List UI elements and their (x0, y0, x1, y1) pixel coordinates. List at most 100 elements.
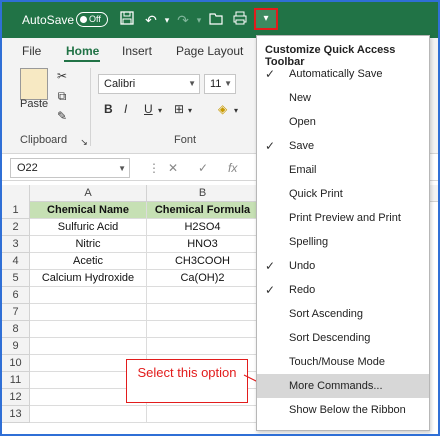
menu-item-label: Spelling (289, 236, 329, 248)
cell[interactable]: Nitric (30, 236, 147, 253)
cell[interactable]: Sulfuric Acid (30, 219, 147, 236)
column-header-a[interactable]: A (30, 185, 147, 202)
cell[interactable] (30, 338, 147, 355)
name-box[interactable]: O22 ▼ (10, 158, 130, 178)
menu-item[interactable]: ✓ Save (257, 134, 429, 158)
cell[interactable]: Calcium Hydroxide (30, 270, 147, 287)
font-name-select[interactable]: Calibri ▼ (98, 74, 200, 94)
redo-dropdown-icon[interactable]: ▾ (190, 11, 208, 29)
autosave-state: Off (89, 14, 101, 24)
bold-button[interactable]: B (104, 102, 113, 116)
menu-item[interactable]: Sort Descending (257, 326, 429, 350)
row-header[interactable]: 9 (2, 338, 30, 355)
menu-item-label: Show Below the Ribbon (289, 404, 406, 416)
row-header[interactable]: 3 (2, 236, 30, 253)
menu-item[interactable]: Print Preview and Print (257, 206, 429, 230)
enter-icon[interactable]: ✓ (198, 161, 208, 175)
format-painter-icon[interactable]: ✎ (54, 108, 70, 124)
italic-button[interactable]: I (124, 102, 127, 116)
row-header[interactable]: 11 (2, 372, 30, 389)
row-header[interactable]: 1 (2, 202, 30, 219)
menu-item[interactable]: Email (257, 158, 429, 182)
row-header[interactable]: 5 (2, 270, 30, 287)
menu-item[interactable]: More Commands... (257, 374, 429, 398)
row-header[interactable]: 10 (2, 355, 30, 372)
menu-item[interactable]: ✓ Redo (257, 278, 429, 302)
save-icon[interactable] (118, 11, 136, 29)
cell[interactable] (30, 406, 147, 423)
annotation-callout: Select this option (126, 359, 248, 403)
fill-color-icon[interactable]: ◈ (218, 102, 227, 116)
cell[interactable] (30, 287, 147, 304)
tab-page-layout[interactable]: Page Layout (176, 44, 243, 58)
menu-item[interactable]: New (257, 86, 429, 110)
copy-icon[interactable]: ⧉ (54, 88, 70, 104)
cell[interactable]: CH3COOH (147, 253, 259, 270)
cell[interactable] (147, 406, 259, 423)
row-header[interactable]: 8 (2, 321, 30, 338)
tab-insert[interactable]: Insert (122, 44, 152, 58)
menu-item-label: Print Preview and Print (289, 212, 401, 224)
paste-icon[interactable] (20, 68, 48, 100)
cell[interactable]: Chemical Formula (147, 202, 259, 219)
menu-item-label: Sort Ascending (289, 308, 363, 320)
title-bar: AutoSave Off ↶ ▾ ↷ ▾ ▾ (2, 2, 438, 38)
autosave-toggle[interactable]: Off (76, 12, 108, 27)
insert-function-icon[interactable]: fx (228, 161, 237, 175)
excel-window: AutoSave Off ↶ ▾ ↷ ▾ ▾ File Home Insert … (0, 0, 440, 436)
chevron-down-icon[interactable]: ▾ (234, 106, 238, 115)
menu-item[interactable]: ✓ Automatically Save (257, 62, 429, 86)
open-icon[interactable] (207, 11, 225, 29)
borders-icon[interactable]: ⊞ (174, 102, 184, 116)
callout-text: Select this option (137, 365, 237, 380)
row-header[interactable]: 2 (2, 219, 30, 236)
customize-qat-button[interactable]: ▾ (254, 8, 278, 30)
menu-item-label: Open (289, 116, 316, 128)
tab-home[interactable]: Home (66, 44, 99, 58)
cut-icon[interactable]: ✂ (54, 68, 70, 84)
row-header[interactable]: 6 (2, 287, 30, 304)
cell[interactable]: H2SO4 (147, 219, 259, 236)
cell[interactable]: HNO3 (147, 236, 259, 253)
chevron-down-icon: ▼ (118, 164, 126, 173)
menu-item[interactable]: Quick Print (257, 182, 429, 206)
font-name-value: Calibri (104, 78, 136, 90)
cell[interactable]: Chemical Name (30, 202, 147, 219)
menu-item-label: Redo (289, 284, 316, 296)
cell[interactable] (30, 304, 147, 321)
paste-button[interactable]: Paste (20, 98, 48, 110)
menu-item-label: Undo (289, 260, 316, 272)
cell[interactable] (147, 304, 259, 321)
cell[interactable] (147, 321, 259, 338)
chevron-down-icon[interactable]: ▾ (158, 106, 162, 115)
font-size-select[interactable]: 11 ▼ (204, 74, 236, 94)
name-box-value: O22 (17, 162, 38, 174)
menu-item[interactable]: Open (257, 110, 429, 134)
row-header[interactable]: 12 (2, 389, 30, 406)
customize-qat-menu: Customize Quick Access Toolbar ✓ Automati… (256, 35, 430, 431)
select-all-corner[interactable] (2, 185, 30, 202)
more-icon: ⋮ (148, 161, 160, 175)
underline-button[interactable]: U (144, 102, 153, 116)
autosave-label: AutoSave (22, 13, 75, 27)
menu-item[interactable]: Sort Ascending (257, 302, 429, 326)
row-header[interactable]: 7 (2, 304, 30, 321)
chevron-down-icon[interactable]: ▾ (188, 106, 192, 115)
row-header[interactable]: 13 (2, 406, 30, 423)
cell[interactable]: Acetic (30, 253, 147, 270)
group-separator (90, 68, 91, 146)
column-header-b[interactable]: B (147, 185, 259, 202)
menu-item[interactable]: Spelling (257, 230, 429, 254)
tab-file[interactable]: File (22, 44, 41, 58)
cell[interactable] (30, 321, 147, 338)
menu-item[interactable]: Show Below the Ribbon (257, 398, 429, 422)
menu-item[interactable]: ✓ Undo (257, 254, 429, 278)
row-header[interactable]: 4 (2, 253, 30, 270)
cancel-icon[interactable]: ✕ (168, 161, 178, 175)
cell[interactable] (147, 287, 259, 304)
cell[interactable] (147, 338, 259, 355)
font-group-label: Font (174, 134, 197, 146)
cell[interactable]: Ca(OH)2 (147, 270, 259, 287)
print-icon[interactable] (231, 11, 249, 29)
menu-item[interactable]: Touch/Mouse Mode (257, 350, 429, 374)
